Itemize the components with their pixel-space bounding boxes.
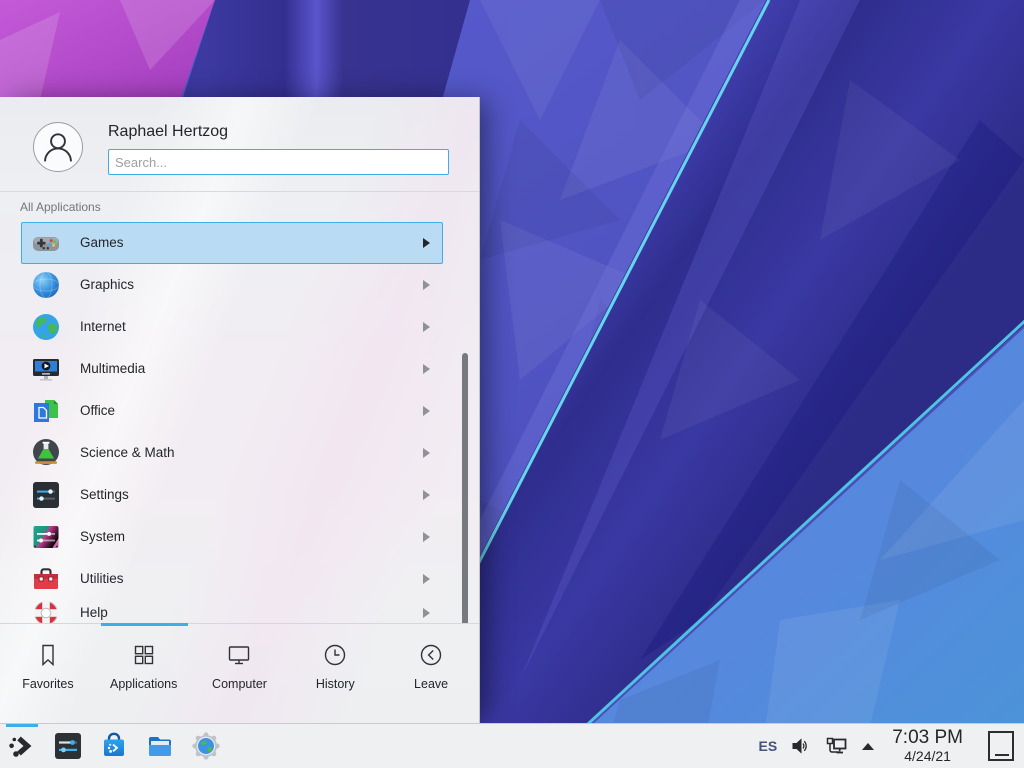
menu-item-label: Games xyxy=(80,235,124,250)
taskbar-apps xyxy=(4,724,224,768)
applications-icon xyxy=(131,642,157,668)
submenu-arrow-icon xyxy=(423,280,430,290)
menu-item-label: System xyxy=(80,529,125,544)
help-icon xyxy=(30,597,62,623)
web-browser-button[interactable] xyxy=(188,724,224,768)
file-manager-icon xyxy=(144,730,176,762)
utilities-icon xyxy=(30,563,62,595)
settings-icon xyxy=(30,479,62,511)
list-scrollbar[interactable] xyxy=(462,353,468,623)
avatar[interactable] xyxy=(33,122,83,172)
menu-item-label: Utilities xyxy=(80,571,124,586)
network-icon xyxy=(825,736,848,757)
menu-item-label: Graphics xyxy=(80,277,134,292)
history-icon xyxy=(322,642,348,668)
submenu-arrow-icon xyxy=(423,574,430,584)
submenu-arrow-icon xyxy=(423,608,430,618)
submenu-arrow-icon xyxy=(423,406,430,416)
volume-button[interactable] xyxy=(790,736,812,756)
application-launcher-menu: Raphael Hertzog All Applications Games G… xyxy=(0,97,480,723)
tab-label: Applications xyxy=(110,677,177,691)
show-desktop-button[interactable] xyxy=(986,729,1016,763)
expand-tray-icon xyxy=(861,742,875,751)
system-icon xyxy=(30,521,62,553)
active-tab-indicator xyxy=(101,623,188,626)
launcher-header: Raphael Hertzog xyxy=(0,97,479,192)
search-input[interactable] xyxy=(108,149,449,175)
expand-tray-button[interactable] xyxy=(861,742,875,751)
internet-icon xyxy=(30,311,62,343)
user-name: Raphael Hertzog xyxy=(108,123,449,141)
system-settings-button[interactable] xyxy=(50,724,86,768)
tab-leave[interactable]: Leave xyxy=(383,624,479,723)
show-desktop-icon xyxy=(986,729,1016,763)
clock-time: 7:03 PM xyxy=(892,728,963,748)
menu-item-label: Internet xyxy=(80,319,126,334)
menu-item-office[interactable]: Office xyxy=(21,390,443,432)
taskbar: ES 7:03 PM 4/24/21 xyxy=(0,723,1024,768)
tab-label: History xyxy=(316,677,355,691)
leave-icon xyxy=(418,642,444,668)
launcher-tabbar: Favorites Applications Computer History … xyxy=(0,623,479,723)
submenu-arrow-icon xyxy=(423,238,430,248)
network-button[interactable] xyxy=(825,736,848,757)
submenu-arrow-icon xyxy=(423,448,430,458)
volume-icon xyxy=(790,736,812,756)
system-settings-icon xyxy=(52,730,84,762)
menu-item-science-math[interactable]: Science & Math xyxy=(21,432,443,474)
desktop: Raphael Hertzog All Applications Games G… xyxy=(0,0,1024,768)
menu-item-label: Multimedia xyxy=(80,361,145,376)
file-manager-button[interactable] xyxy=(142,724,178,768)
discover-button[interactable] xyxy=(96,724,132,768)
app-launcher-button[interactable] xyxy=(4,724,40,768)
digital-clock[interactable]: 7:03 PM 4/24/21 xyxy=(892,728,963,764)
submenu-arrow-icon xyxy=(423,490,430,500)
menu-item-label: Office xyxy=(80,403,115,418)
section-label: All Applications xyxy=(0,192,479,222)
office-icon xyxy=(30,395,62,427)
clock-date: 4/24/21 xyxy=(892,749,963,764)
menu-item-settings[interactable]: Settings xyxy=(21,474,443,516)
multimedia-icon xyxy=(30,353,62,385)
menu-item-label: Settings xyxy=(80,487,129,502)
menu-item-help[interactable]: Help xyxy=(21,592,443,623)
computer-icon xyxy=(226,642,252,668)
menu-item-multimedia[interactable]: Multimedia xyxy=(21,348,443,390)
submenu-arrow-icon xyxy=(423,322,430,332)
system-tray: ES 7:03 PM 4/24/21 xyxy=(759,728,1016,764)
favorites-icon xyxy=(35,642,61,668)
menu-item-label: Science & Math xyxy=(80,445,175,460)
app-launcher-icon xyxy=(6,730,38,762)
tab-applications[interactable]: Applications xyxy=(96,624,192,723)
web-browser-icon xyxy=(190,730,222,762)
games-icon xyxy=(30,227,62,259)
menu-item-graphics[interactable]: Graphics xyxy=(21,264,443,306)
active-launcher-indicator xyxy=(6,724,38,727)
discover-icon xyxy=(98,730,130,762)
science-icon xyxy=(30,437,62,469)
tab-history[interactable]: History xyxy=(287,624,383,723)
graphics-icon xyxy=(30,269,62,301)
tab-label: Leave xyxy=(414,677,448,691)
tab-label: Computer xyxy=(212,677,267,691)
keyboard-layout-indicator[interactable]: ES xyxy=(759,738,778,754)
menu-item-system[interactable]: System xyxy=(21,516,443,558)
user-icon xyxy=(34,123,82,171)
category-list: Games Graphics Internet xyxy=(0,222,479,623)
tab-computer[interactable]: Computer xyxy=(192,624,288,723)
submenu-arrow-icon xyxy=(423,532,430,542)
submenu-arrow-icon xyxy=(423,364,430,374)
tab-label: Favorites xyxy=(22,677,73,691)
menu-item-games[interactable]: Games xyxy=(21,222,443,264)
tab-favorites[interactable]: Favorites xyxy=(0,624,96,723)
menu-item-internet[interactable]: Internet xyxy=(21,306,443,348)
menu-item-label: Help xyxy=(80,605,108,620)
